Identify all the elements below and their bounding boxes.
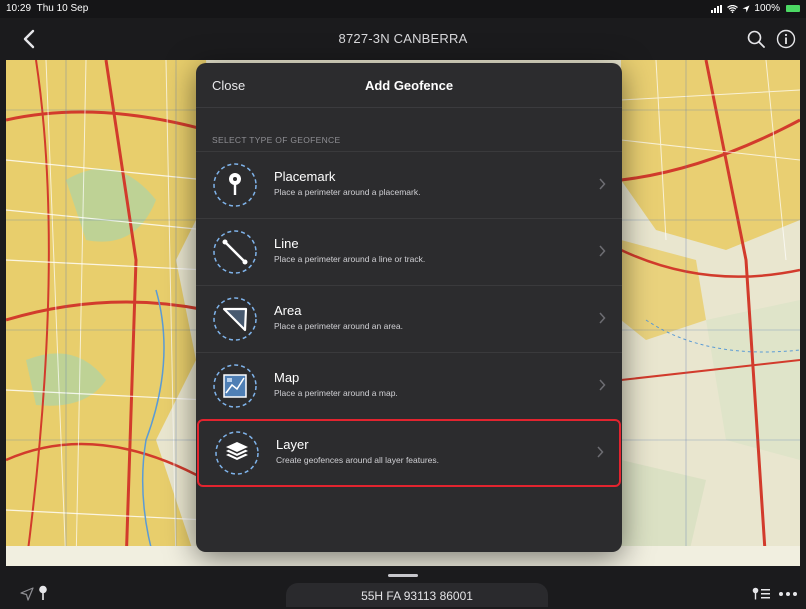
chevron-right-icon	[597, 446, 604, 458]
layer-icon	[215, 431, 259, 475]
option-subtitle: Place a perimeter around a placemark.	[274, 187, 421, 197]
option-subtitle: Place a perimeter around a map.	[274, 388, 398, 398]
option-layer[interactable]: Layer Create geofences around all layer …	[197, 419, 621, 487]
location-arrow-icon	[742, 5, 750, 12]
pin-icon[interactable]	[38, 585, 48, 601]
option-title: Layer	[276, 437, 309, 452]
option-subtitle: Create geofences around all layer featur…	[276, 455, 440, 465]
chevron-right-icon	[599, 245, 606, 257]
placemark-icon	[213, 163, 257, 207]
option-placemark[interactable]: Placemark Place a perimeter around a pla…	[196, 151, 622, 218]
option-area[interactable]: Area Place a perimeter around an area.	[196, 285, 622, 352]
status-right: 100%	[711, 3, 800, 14]
info-icon[interactable]	[776, 29, 796, 49]
signal-icon	[711, 4, 723, 13]
battery-percent: 100%	[754, 3, 780, 14]
search-icon[interactable]	[746, 29, 766, 49]
area-icon	[213, 297, 257, 341]
option-map[interactable]: Map Place a perimeter around a map.	[196, 352, 622, 419]
status-time-value: 10:29	[6, 3, 32, 14]
option-subtitle: Place a perimeter around a line or track…	[274, 254, 426, 264]
map-icon	[213, 364, 257, 408]
bottom-toolbar: 55H FA 93113 86001	[0, 566, 806, 607]
section-header: SELECT TYPE OF GEOFENCE	[212, 135, 341, 145]
geofence-type-list: Placemark Place a perimeter around a pla…	[196, 151, 622, 487]
status-date: Thu 10 Sep	[36, 3, 89, 14]
option-title: Map	[274, 370, 300, 385]
more-icon[interactable]	[778, 591, 798, 597]
option-title: Placemark	[274, 169, 336, 184]
map-title: 8727-3N CANBERRA	[338, 31, 468, 46]
option-title: Line	[274, 236, 299, 251]
option-line[interactable]: Line Place a perimeter around a line or …	[196, 218, 622, 285]
chevron-right-icon	[599, 379, 606, 391]
location-arrow-icon[interactable]	[20, 587, 34, 601]
nav-bar: 8727-3N CANBERRA	[0, 18, 806, 60]
status-bar: 10:29 Thu 10 Sep 100%	[0, 0, 806, 18]
option-subtitle: Place a perimeter around an area.	[274, 321, 403, 331]
line-icon	[213, 230, 257, 274]
modal-header: Close Add Geofence	[196, 63, 622, 108]
drawer-grabber[interactable]	[388, 574, 418, 577]
chevron-right-icon	[599, 178, 606, 190]
option-title: Area	[274, 303, 302, 318]
placemark-list-icon[interactable]	[752, 587, 770, 601]
battery-icon	[786, 5, 800, 12]
status-time: 10:29 Thu 10 Sep	[6, 3, 88, 14]
modal-title: Add Geofence	[364, 78, 454, 93]
wifi-icon	[727, 4, 739, 13]
coordinate-readout[interactable]: 55H FA 93113 86001	[286, 583, 548, 607]
chevron-right-icon	[599, 312, 606, 324]
add-geofence-modal: Close Add Geofence SELECT TYPE OF GEOFEN…	[196, 63, 622, 552]
